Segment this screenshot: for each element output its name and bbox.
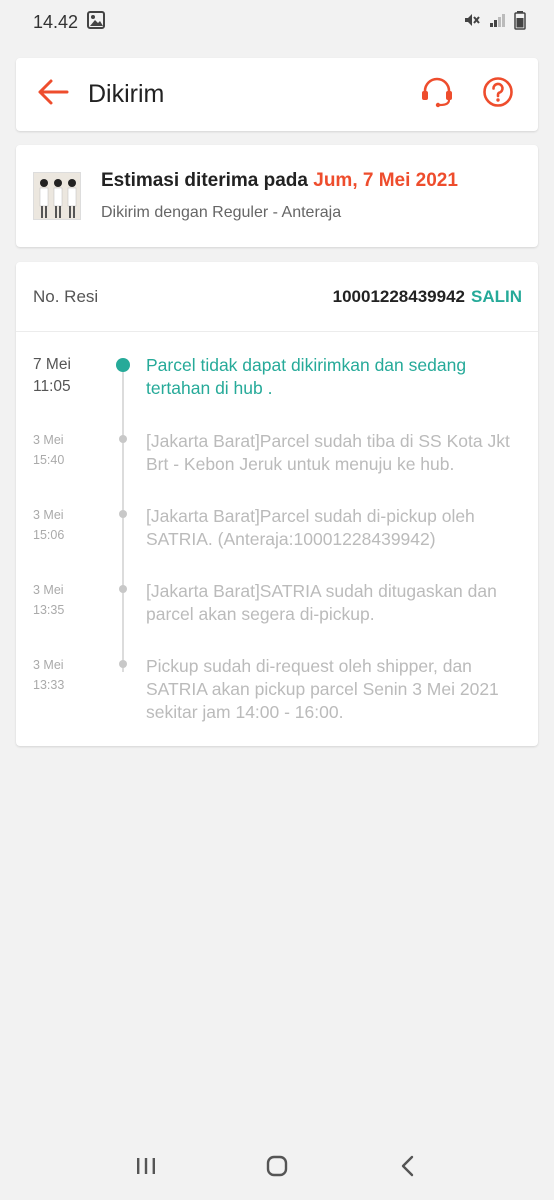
timeline-line [122, 372, 124, 672]
help-icon[interactable] [482, 76, 514, 113]
timeline-datetime: 3 Mei 13:33 [33, 655, 64, 695]
back-arrow-icon [37, 78, 69, 111]
battery-icon [514, 10, 526, 35]
timeline-text: [Jakarta Barat]Parcel sudah tiba di SS K… [146, 431, 510, 474]
estimate-prefix: Estimasi diterima pada [101, 170, 308, 191]
copy-resi-button[interactable]: SALIN [471, 287, 522, 307]
timeline-dot-active [116, 358, 130, 372]
product-thumbnail[interactable] [33, 172, 81, 220]
timeline-date: 3 Mei [33, 583, 64, 597]
resi-row: No. Resi 10001228439942 SALIN [16, 262, 538, 332]
timeline-time: 13:35 [33, 603, 65, 617]
nav-back-button[interactable] [378, 1136, 438, 1200]
timeline-dot [119, 510, 127, 518]
headset-icon[interactable] [420, 76, 454, 113]
estimate-card: Estimasi diterima pada Jum, 7 Mei 2021 D… [16, 145, 538, 247]
mute-icon [462, 11, 480, 34]
system-nav-bar [0, 1136, 554, 1200]
timeline-date: 3 Mei [33, 433, 64, 447]
timeline-time: 15:40 [33, 453, 65, 467]
tracking-card: No. Resi 10001228439942 SALIN 7 Mei 11:0… [16, 262, 538, 746]
timeline-text: Pickup sudah di-request oleh shipper, da… [146, 656, 499, 722]
timeline-time: 11:05 [33, 378, 71, 395]
timeline-text: Parcel tidak dapat dikirimkan dan sedang… [146, 355, 467, 398]
home-button[interactable] [247, 1136, 307, 1200]
back-icon [398, 1154, 418, 1183]
timeline-datetime: 3 Mei 13:35 [33, 580, 64, 620]
timeline-dot [119, 435, 127, 443]
timeline-dot [119, 585, 127, 593]
shipping-method: Dikirim dengan Reguler - Anteraja [101, 204, 342, 221]
status-time: 14.42 [33, 11, 79, 32]
timeline-time: 15:06 [33, 528, 65, 542]
timeline-datetime: 7 Mei 11:05 [33, 354, 71, 398]
resi-number: 10001228439942 [332, 286, 465, 306]
recent-apps-icon [134, 1155, 158, 1182]
timeline-datetime: 3 Mei 15:06 [33, 505, 64, 545]
timeline-date: 3 Mei [33, 508, 64, 522]
header-bar: Dikirim [16, 58, 538, 131]
timeline-date: 7 Mei [33, 356, 71, 373]
timeline-datetime: 3 Mei 15:40 [33, 430, 64, 470]
estimate-date: Jum, 7 Mei 2021 [313, 170, 458, 191]
page-title: Dikirim [88, 80, 165, 108]
resi-label: No. Resi [33, 286, 99, 306]
timeline-date: 3 Mei [33, 658, 64, 672]
estimate-heading: Estimasi diterima pada Jum, 7 Mei 2021 [101, 170, 458, 192]
recent-apps-button[interactable] [116, 1136, 176, 1200]
gallery-icon [86, 10, 106, 35]
signal-icon [488, 11, 506, 34]
home-icon [265, 1154, 289, 1183]
timeline-dot [119, 660, 127, 668]
timeline-text: [Jakarta Barat]Parcel sudah di-pickup ol… [146, 506, 475, 549]
status-bar: 14.42 [0, 0, 554, 44]
timeline-time: 13:33 [33, 678, 65, 692]
timeline-text: [Jakarta Barat]SATRIA sudah ditugaskan d… [146, 581, 497, 624]
back-button[interactable] [18, 58, 88, 131]
